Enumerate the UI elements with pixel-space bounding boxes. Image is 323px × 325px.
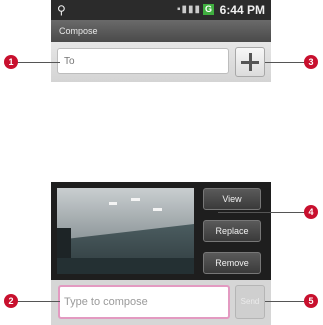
status-time: 6:44 PM — [219, 3, 265, 17]
view-button[interactable]: View — [203, 188, 261, 210]
signal-icon: ▪▮▮▮ — [177, 4, 202, 15]
send-button[interactable]: Send — [235, 285, 265, 319]
message-area — [51, 82, 271, 182]
network-badge-icon: G — [203, 4, 214, 15]
compose-placeholder: Type to compose — [64, 296, 148, 308]
title-bar: Compose — [51, 20, 271, 42]
status-bar: ⚲ ▪▮▮▮ G 6:44 PM — [51, 0, 271, 20]
add-recipient-button[interactable] — [235, 47, 265, 77]
usb-icon: ⚲ — [57, 3, 66, 17]
callout-badge: 5 — [304, 294, 318, 308]
recipient-bar — [51, 42, 271, 82]
callout-badge: 4 — [304, 205, 318, 219]
compose-field[interactable]: Type to compose — [58, 285, 230, 319]
page-title: Compose — [59, 26, 98, 36]
callout-badge: 2 — [4, 294, 18, 308]
callout-leader — [16, 301, 60, 302]
callout-badge: 3 — [304, 55, 318, 69]
attachment-panel: View Replace Remove — [51, 182, 271, 280]
callout-leader — [15, 62, 60, 63]
attachment-image — [57, 188, 194, 274]
callout-badge: 1 — [4, 55, 18, 69]
phone-screen: ⚲ ▪▮▮▮ G 6:44 PM Compose To View Replace… — [51, 0, 271, 325]
remove-button[interactable]: Remove — [203, 252, 261, 274]
compose-bar: Type to compose Send — [51, 280, 271, 325]
attachment-thumbnail[interactable] — [57, 188, 194, 274]
recipient-field[interactable] — [57, 48, 229, 74]
replace-button[interactable]: Replace — [203, 220, 261, 242]
callout-leader — [218, 212, 310, 213]
